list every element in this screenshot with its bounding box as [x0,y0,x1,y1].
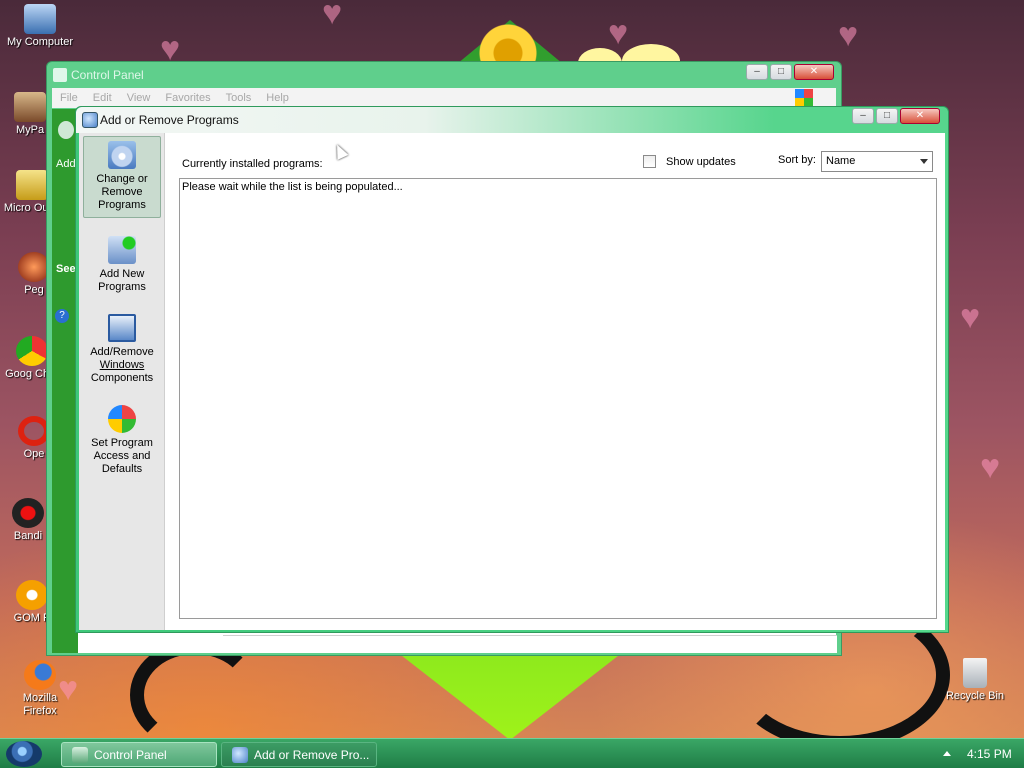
menu-edit[interactable]: Edit [93,92,112,104]
menu-view[interactable]: View [127,92,151,104]
menu-favorites[interactable]: Favorites [165,92,210,104]
tray-expand-icon[interactable] [943,751,951,756]
windows-components-icon [108,314,136,342]
menu-help[interactable]: Help [266,92,289,104]
add-remove-programs-icon [232,747,248,763]
outlook-icon [16,170,48,200]
chrome-icon [16,336,48,366]
recycle-bin-icon [963,658,987,688]
menu-tools[interactable]: Tools [226,92,252,104]
wallpaper-scribble [130,640,260,750]
user-folder-icon [14,92,46,122]
arp-main-panel: Currently installed programs: Show updat… [165,133,945,630]
back-button[interactable] [58,121,74,139]
sort-by-value: Name [826,155,856,167]
desktop-icon-my-computer[interactable]: My Computer [2,4,78,49]
bandicam-icon [12,498,44,528]
show-updates-label[interactable]: Show updates [666,156,736,168]
start-button[interactable] [6,741,42,767]
set-program-access-defaults-button[interactable]: Set Program Access and Defaults [83,401,161,479]
windows-logo-icon [795,89,813,107]
arp-window-buttons: – □ ✕ [852,108,940,124]
cd-box-icon [108,141,136,169]
wallpaper-heart: ♥ [980,448,1001,486]
add-remove-programs-window[interactable]: Add or Remove Programs – □ ✕ Change or R… [75,106,949,633]
computer-icon [24,4,56,34]
add-remove-programs-icon [82,112,98,128]
cp-close-button[interactable]: ✕ [794,64,834,80]
desktop-icon-firefox[interactable]: Mozilla Firefox [2,660,78,718]
add-new-programs-button[interactable]: Add New Programs [83,232,161,296]
cp-side-add-text: Add [56,158,76,170]
control-panel-menubar: File Edit View Favorites Tools Help [52,88,836,108]
change-remove-programs-button[interactable]: Change or Remove Programs [83,136,161,218]
show-updates-checkbox[interactable] [643,155,656,168]
control-panel-window-buttons: – □ ✕ [746,64,834,80]
chevron-down-icon [920,159,928,164]
cp-side-see-text: See [56,263,76,275]
wallpaper-heart: ♥ [608,14,629,52]
taskbar-button-control-panel[interactable]: Control Panel [61,742,217,767]
sort-by-label: Sort by: [778,154,816,166]
currently-installed-label: Currently installed programs: [182,158,323,170]
taskbar-button-add-remove-programs[interactable]: Add or Remove Pro... [221,742,377,767]
wallpaper-heart: ♥ [960,298,981,336]
arp-minimize-button[interactable]: – [852,108,874,124]
help-icon[interactable]: ? [55,309,69,323]
arp-title: Add or Remove Programs [100,113,239,127]
program-access-icon [108,405,136,433]
wallpaper-heart: ♥ [838,16,859,54]
gom-player-icon [16,580,48,610]
arp-content: Change or Remove Programs Add New Progra… [79,133,945,630]
menu-file[interactable]: File [60,92,78,104]
arp-sidebar: Change or Remove Programs Add New Progra… [79,133,165,630]
taskbar: Control Panel Add or Remove Pro... 4:15 … [0,738,1024,768]
arp-titlebar[interactable]: Add or Remove Programs – □ ✕ [76,107,948,133]
control-panel-title: Control Panel [71,68,144,82]
installed-programs-list[interactable]: Please wait while the list is being popu… [179,178,937,619]
arp-maximize-button[interactable]: □ [876,108,898,124]
arp-close-button[interactable]: ✕ [900,108,940,124]
cp-minimize-button[interactable]: – [746,64,768,80]
firefox-icon [24,660,56,690]
desktop-icon-recycle-bin[interactable]: Recycle Bin [937,658,1013,703]
add-remove-windows-components-button[interactable]: Add/Remove Windows Components [83,310,161,388]
control-panel-icon [72,747,88,763]
cp-maximize-button[interactable]: □ [770,64,792,80]
control-panel-statusbar [223,635,837,653]
add-program-icon [108,236,136,264]
wallpaper-heart: ♥ [322,0,343,32]
taskbar-clock[interactable]: 4:15 PM [967,747,1012,761]
sort-by-dropdown[interactable]: Name [821,151,933,172]
control-panel-icon [53,68,67,82]
list-loading-message: Please wait while the list is being popu… [182,181,403,193]
